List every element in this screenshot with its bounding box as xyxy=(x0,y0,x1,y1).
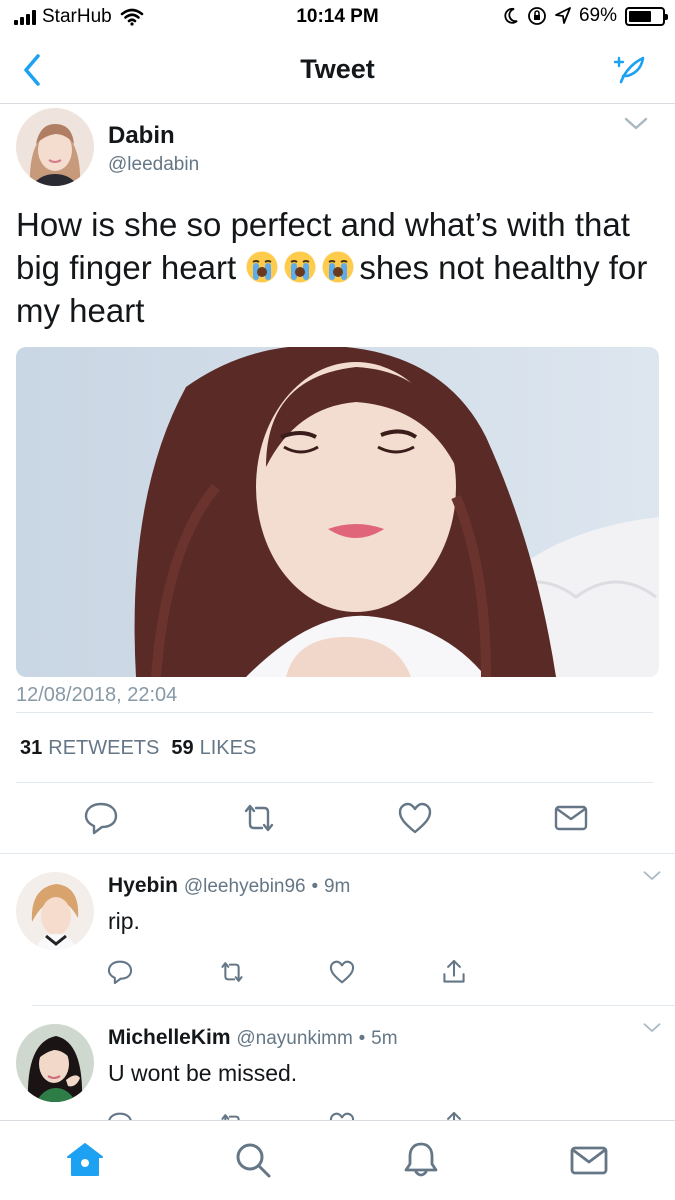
like-heart-icon[interactable] xyxy=(396,799,434,837)
tweet-header: Dabin @leedabin xyxy=(16,108,659,190)
author-avatar[interactable] xyxy=(16,108,94,186)
search-icon[interactable] xyxy=(232,1139,274,1181)
reply-author-name[interactable]: MichelleKim xyxy=(108,1026,231,1049)
reply-item[interactable]: MichelleKim @nayunkimm • 5m U wont be mi… xyxy=(0,1022,675,1120)
retweets-count: 31 xyxy=(20,737,43,759)
reply-time: 9m xyxy=(323,876,351,897)
loudly-crying-face-icon xyxy=(284,251,316,283)
reply-author-handle[interactable]: @leehyebin96 xyxy=(184,876,306,897)
nav-bar: Tweet xyxy=(0,36,675,104)
reply-avatar[interactable] xyxy=(16,1024,94,1102)
chevron-down-icon[interactable] xyxy=(623,116,649,132)
reply-text: U wont be missed. xyxy=(108,1060,298,1086)
battery-percent: 69% xyxy=(578,5,617,26)
battery-fill xyxy=(629,10,652,22)
loudly-crying-face-icon xyxy=(246,251,278,283)
tweet-stats: 31 RETWEETS 59 LIKES xyxy=(20,737,256,760)
likes-count: 59 xyxy=(171,737,194,759)
likes-label: LIKES xyxy=(199,737,257,759)
messages-envelope-icon[interactable] xyxy=(568,1139,610,1181)
reply-time: 5m xyxy=(371,1028,398,1049)
tweet-timestamp: 12/08/2018, 22:04 xyxy=(16,684,178,706)
status-right-group: 69% xyxy=(503,5,668,27)
share-icon[interactable] xyxy=(440,1110,468,1120)
retweets-label: RETWEETS xyxy=(48,737,160,759)
divider xyxy=(16,782,653,783)
home-icon[interactable] xyxy=(64,1139,106,1181)
status-bar: StarHub 10:14 PM 69% xyxy=(0,0,675,36)
reply-icon[interactable] xyxy=(106,958,134,986)
like-heart-icon[interactable] xyxy=(328,1110,356,1120)
reply-header: MichelleKim @nayunkimm • 5m xyxy=(108,1026,398,1050)
author-name[interactable]: Dabin xyxy=(108,122,175,150)
location-icon xyxy=(555,7,571,24)
tweet-action-bar xyxy=(0,795,675,841)
chevron-down-icon[interactable] xyxy=(641,870,663,882)
reply-item[interactable]: Hyebin @leehyebin96 • 9m rip. xyxy=(0,870,675,1005)
reply-author-name[interactable]: Hyebin xyxy=(108,874,178,897)
moon-icon xyxy=(504,7,518,24)
author-handle[interactable]: @leedabin xyxy=(108,154,199,176)
divider xyxy=(32,1005,675,1006)
retweet-icon[interactable] xyxy=(218,1110,246,1120)
reply-author-handle[interactable]: @nayunkimm xyxy=(236,1028,352,1049)
chevron-down-icon[interactable] xyxy=(641,1022,663,1034)
notifications-bell-icon[interactable] xyxy=(400,1139,442,1181)
reply-avatar[interactable] xyxy=(16,872,94,950)
reply-separator: • xyxy=(358,1028,366,1049)
reply-header: Hyebin @leehyebin96 • 9m xyxy=(108,874,350,898)
page-title: Tweet xyxy=(300,54,375,84)
like-heart-icon[interactable] xyxy=(328,958,356,986)
orientation-lock-icon xyxy=(528,7,546,25)
tweet-photo[interactable] xyxy=(16,347,659,677)
retweets-stat[interactable]: 31 RETWEETS xyxy=(20,737,159,760)
reply-text: rip. xyxy=(108,908,140,934)
reply-separator: • xyxy=(311,876,319,897)
share-icon[interactable] xyxy=(440,958,468,986)
reply-icon[interactable] xyxy=(82,799,120,837)
retweet-icon[interactable] xyxy=(240,799,278,837)
tweet-text: How is she so perfect and what’s with th… xyxy=(16,203,659,332)
section-divider xyxy=(0,853,675,854)
battery-icon xyxy=(625,6,668,26)
bottom-tab-bar xyxy=(0,1120,675,1200)
reply-icon[interactable] xyxy=(106,1110,134,1120)
divider xyxy=(16,712,653,713)
loudly-crying-face-icon xyxy=(322,251,354,283)
likes-stat[interactable]: 59 LIKES xyxy=(171,737,256,760)
direct-message-icon[interactable] xyxy=(552,799,590,837)
compose-feather-icon[interactable] xyxy=(611,52,647,88)
retweet-icon[interactable] xyxy=(218,958,246,986)
